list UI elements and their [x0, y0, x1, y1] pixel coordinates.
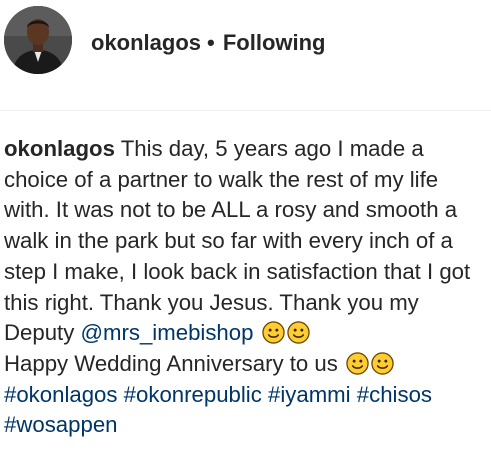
caption-text-part1: This day, 5 years ago I made a choice of…	[4, 136, 471, 346]
avatar[interactable]	[4, 6, 72, 74]
hashtag-link[interactable]: #iyammi	[268, 382, 351, 407]
smile-emoji-icon	[346, 352, 369, 375]
header-divider	[0, 110, 491, 111]
hashtag-link[interactable]: #okonrepublic	[124, 382, 262, 407]
mention-link[interactable]: @mrs_imebishop	[80, 320, 253, 345]
separator-dot: •	[207, 30, 215, 55]
hashtag-link[interactable]: #okonlagos	[4, 382, 118, 407]
post-caption: okonlagos This day, 5 years ago I made a…	[4, 134, 486, 441]
header-meta: okonlagos • Following	[91, 29, 326, 57]
smile-emoji-icon	[261, 321, 285, 344]
post-header: okonlagos • Following	[0, 0, 491, 88]
caption-username[interactable]: okonlagos	[4, 136, 115, 161]
caption-text-part2: Happy Wedding Anniversary to us	[4, 350, 338, 376]
hashtag-link[interactable]: #wosappen	[4, 412, 118, 437]
smile-emoji-icon	[371, 352, 394, 375]
header-username[interactable]: okonlagos	[91, 30, 201, 55]
following-button[interactable]: Following	[223, 30, 326, 55]
hashtag-link[interactable]: #chisos	[357, 382, 432, 407]
smile-emoji-icon	[286, 321, 310, 344]
